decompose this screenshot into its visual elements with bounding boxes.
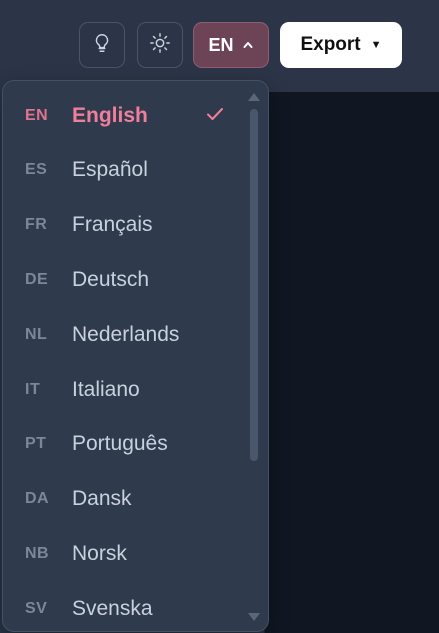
language-button[interactable]: EN [193,22,269,68]
language-code: DE [25,270,49,288]
export-label: Export [300,34,361,55]
language-button-code: EN [208,34,234,55]
scroll-up-arrow-icon[interactable] [248,93,260,101]
language-option-de[interactable]: DE Deutsch [3,252,243,307]
language-name: Deutsch [72,267,150,291]
language-option-nb[interactable]: NB Norsk [3,526,243,581]
editor-panel [264,92,439,633]
chevron-up-icon [242,35,254,56]
language-name: English [72,103,148,127]
theme-toggle-button[interactable] [137,22,183,68]
language-code: ES [25,161,48,179]
top-toolbar: EN Export ▼ [0,0,439,92]
language-option-fr[interactable]: FR Français [3,198,243,253]
dropdown-scrollbar[interactable] [247,89,261,629]
language-option-da[interactable]: DA Dansk [3,472,243,527]
language-code: DA [25,490,50,508]
language-dropdown: EN English ES Español FR Français DE Deutsch NL N… [2,80,269,632]
language-name: Svenska [72,596,153,620]
language-option-nl[interactable]: NL Nederlands [3,307,243,362]
caret-down-icon: ▼ [370,38,382,51]
language-code: EN [25,106,49,124]
language-name: Français [72,213,153,237]
language-code: IT [25,380,41,398]
lightbulb-button[interactable] [79,22,125,68]
language-code: FR [25,216,48,234]
language-name: Norsk [72,541,127,565]
sun-icon [149,32,171,59]
scroll-down-arrow-icon[interactable] [248,613,260,621]
language-name: Português [72,432,168,456]
language-option-en[interactable]: EN English [3,88,243,143]
language-option-sv[interactable]: SV Svenska [3,581,243,631]
export-button[interactable]: Export ▼ [280,22,402,68]
language-code: SV [25,599,48,617]
language-name: Nederlands [72,322,180,346]
language-code: NL [25,325,48,343]
language-option-es[interactable]: ES Español [3,143,243,198]
language-name: Español [72,158,148,182]
language-code: PT [25,435,47,453]
language-name: Italiano [72,377,140,401]
language-name: Dansk [72,487,132,511]
language-code: NB [25,544,50,562]
language-option-pt[interactable]: PT Português [3,417,243,472]
scrollbar-thumb[interactable] [250,109,258,461]
language-option-it[interactable]: IT Italiano [3,362,243,417]
checkmark-icon [205,104,225,129]
lightbulb-icon [91,32,113,59]
